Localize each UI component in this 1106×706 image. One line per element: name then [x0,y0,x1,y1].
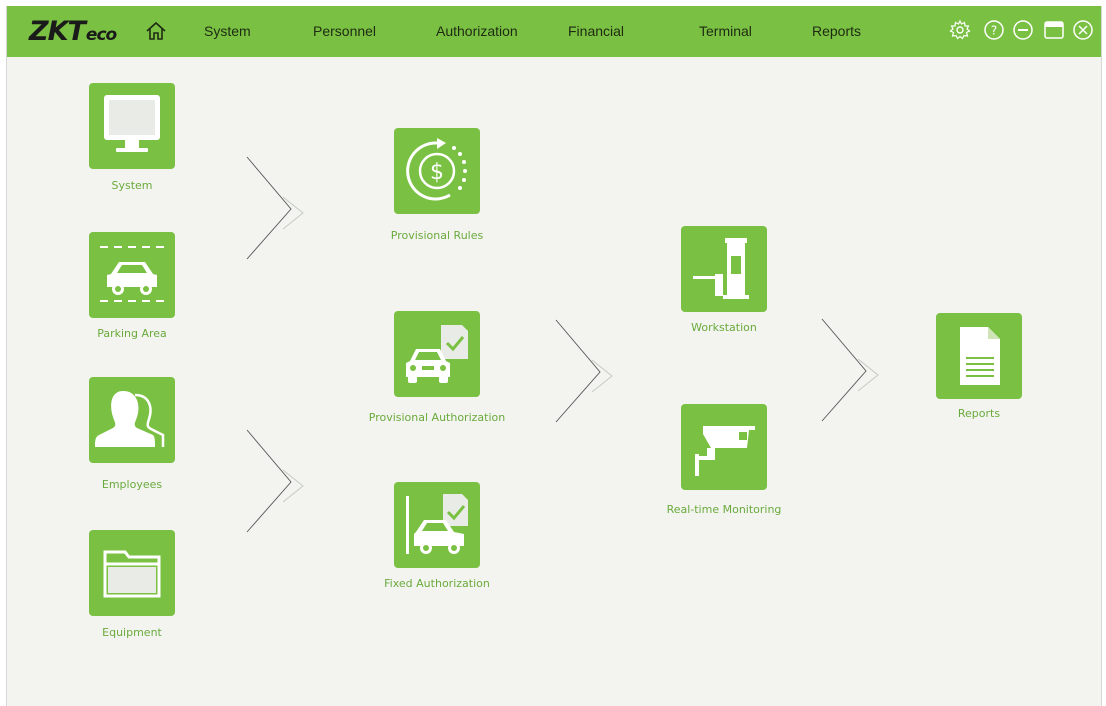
folder-icon [103,550,161,598]
minimize-icon[interactable] [1012,19,1034,41]
fixed-authorization-tile[interactable] [394,482,480,568]
parking-area-label: Parking Area [97,327,167,340]
menu-authorization[interactable]: Authorization [436,23,518,39]
logo-sub-text: eco [85,25,117,45]
home-icon[interactable] [145,20,167,42]
menu-reports[interactable]: Reports [812,23,861,39]
parking-area-tile[interactable] [89,232,175,318]
real-time-monitoring-label: Real-time Monitoring [666,503,782,516]
workstation-tile[interactable] [681,226,767,312]
system-tile[interactable] [89,83,175,169]
top-nav-bar: ZKT eco System Personnel Authorization Fi… [7,6,1101,57]
document-icon [960,327,1000,385]
provisional-rules-label: Provisional Rules [390,229,484,242]
monitor-icon [104,95,160,152]
employees-label: Employees [101,478,163,491]
app-window: ZKT eco System Personnel Authorization Fi… [6,6,1102,706]
reports-tile[interactable] [936,313,1022,399]
flow-arrow-icon [821,318,879,422]
car-approved-icon [406,325,468,383]
menu-terminal[interactable]: Terminal [699,23,752,39]
system-label: System [111,179,153,192]
gear-icon[interactable] [949,19,971,41]
barrier-gate-icon [693,238,749,299]
svg-text:$: $ [430,160,444,185]
people-icon [95,391,165,447]
equipment-tile[interactable] [89,530,175,616]
menu-financial[interactable]: Financial [568,23,624,39]
provisional-authorization-label: Provisional Authorization [368,411,506,424]
equipment-label: Equipment [102,626,162,639]
real-time-monitoring-tile[interactable] [681,404,767,490]
employees-tile[interactable] [89,377,175,463]
provisional-authorization-tile[interactable] [394,311,480,397]
provisional-rules-tile[interactable]: $ [394,128,480,214]
flow-arrow-icon [246,156,304,260]
logo-main-text: ZKT [29,16,86,47]
maximize-icon[interactable] [1043,19,1065,41]
flow-arrow-icon [555,319,613,423]
menu-personnel[interactable]: Personnel [313,23,376,39]
flow-arrow-icon [246,429,304,533]
svg-text:?: ? [991,24,997,38]
fixed-authorization-label: Fixed Authorization [384,577,490,590]
close-icon[interactable] [1072,19,1094,41]
workstation-label: Workstation [691,321,757,334]
reports-label: Reports [957,407,1001,420]
help-icon[interactable]: ? [983,19,1005,41]
cctv-camera-icon [695,426,755,476]
car-gate-approved-icon [406,494,468,554]
zkteco-logo: ZKT eco [29,16,117,48]
dollar-cycle-icon: $ [406,138,467,201]
menu-system[interactable]: System [204,23,251,39]
parking-car-icon [100,246,164,302]
